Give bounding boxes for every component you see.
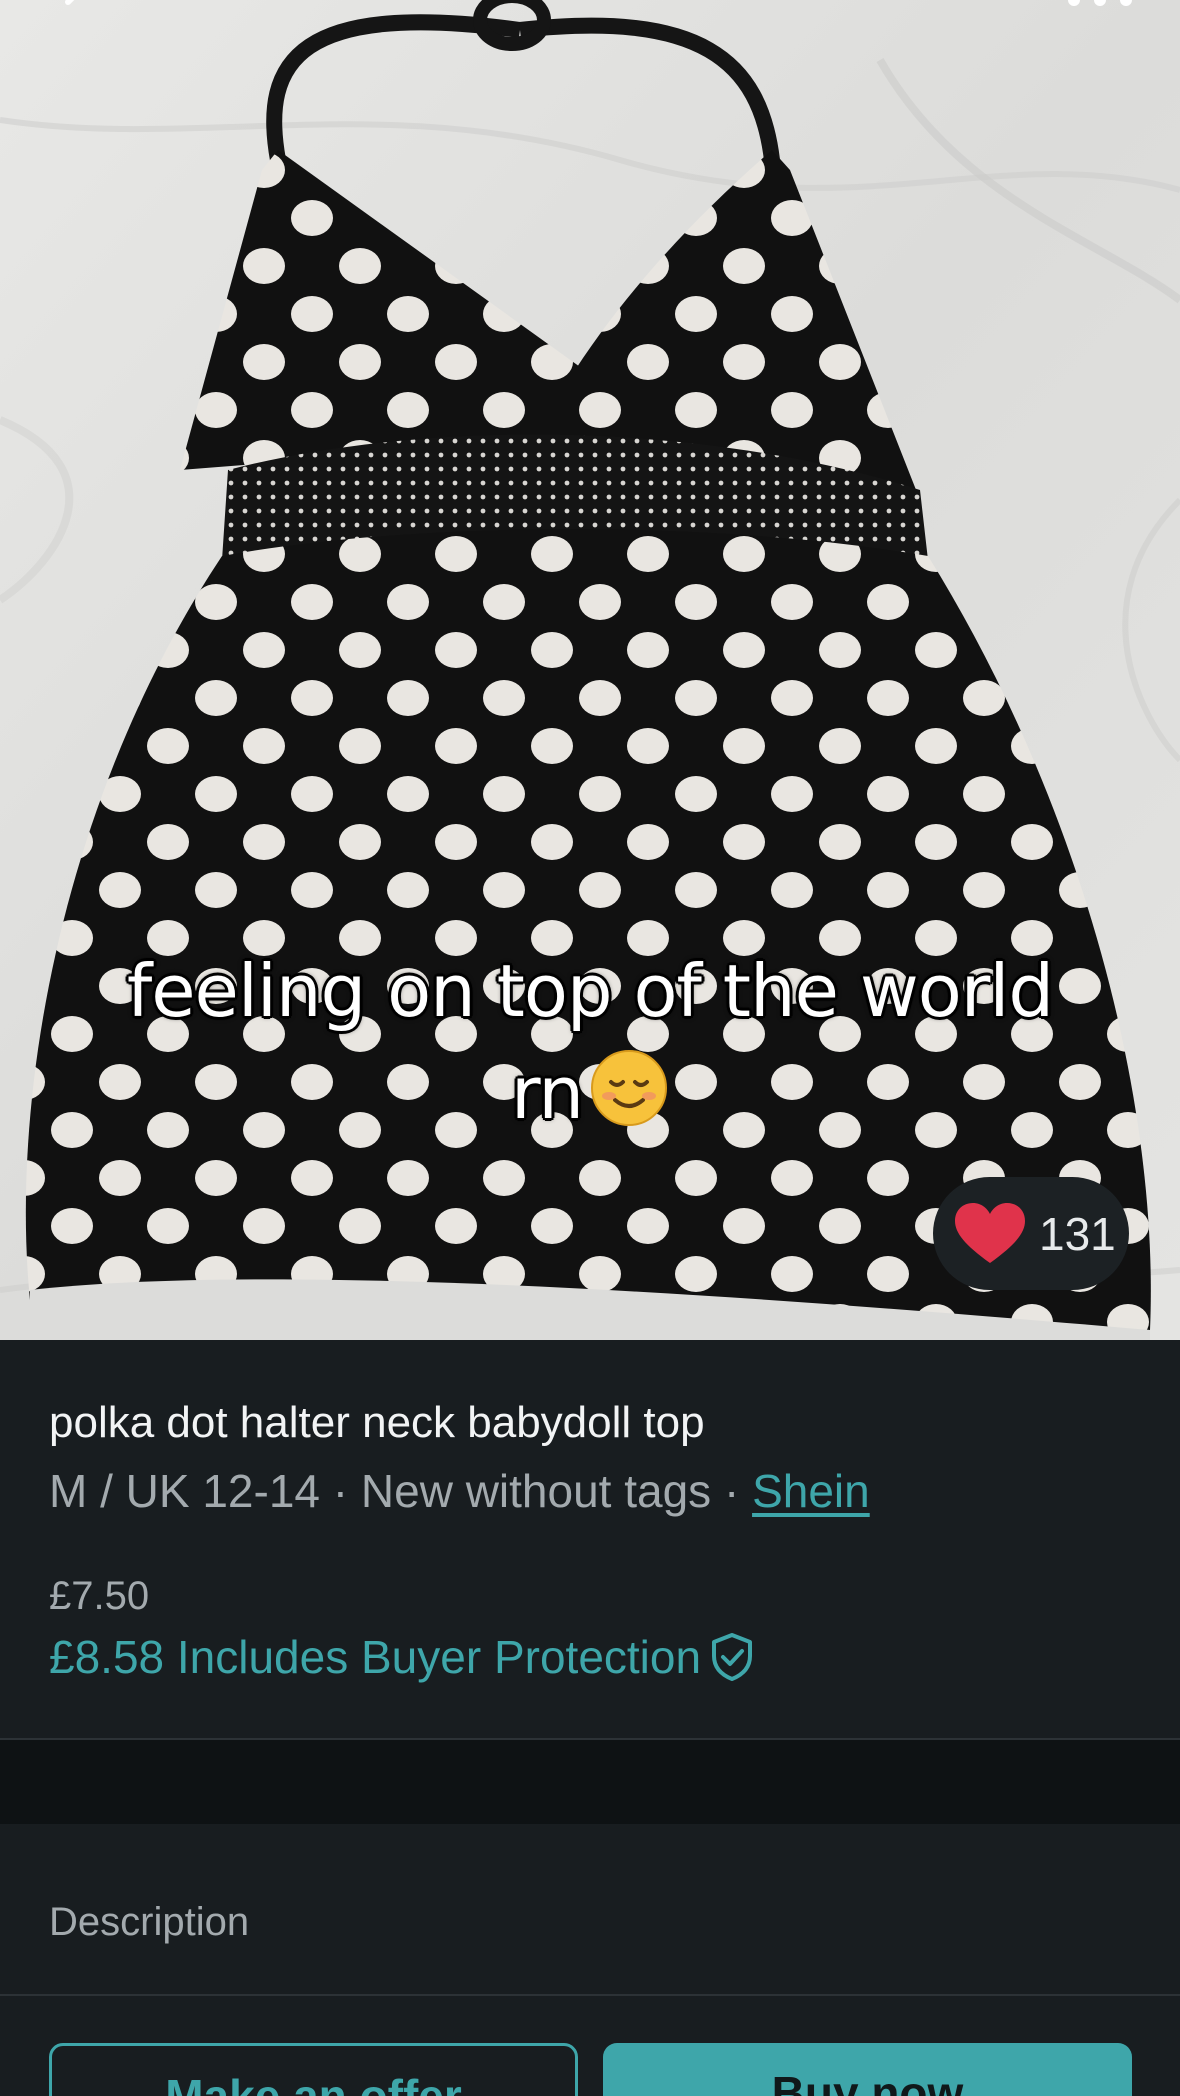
screen: feeling on top of the world rn 131 polka…	[0, 0, 1180, 2096]
photo-caption: feeling on top of the world rn	[0, 940, 1180, 1144]
item-title: polka dot halter neck babydoll top	[49, 1398, 705, 1447]
caption-line-1: feeling on top of the world	[126, 949, 1054, 1033]
item-meta: M / UK 12-14 · New without tags · Shein	[49, 1464, 870, 1518]
buy-now-button[interactable]: Buy now	[603, 2043, 1132, 2096]
total-price-label: £8.58 Includes Buyer Protection	[49, 1631, 702, 1683]
favourite-button[interactable]: 131	[933, 1177, 1129, 1290]
item-price: £7.50	[49, 1574, 150, 1618]
more-options-icon[interactable]	[1060, 0, 1140, 8]
heart-icon	[955, 1202, 1025, 1263]
meta-separator: ·	[711, 1465, 753, 1517]
item-size: M / UK 12-14	[49, 1465, 320, 1517]
description-label: Description	[49, 1900, 250, 1944]
back-arrow-icon[interactable]	[50, 0, 110, 20]
favourite-count: 131	[1039, 1207, 1116, 1260]
description-section: Description	[0, 1824, 1180, 1996]
item-condition: New without tags	[360, 1465, 712, 1517]
caption-line-2-text: rn	[511, 1051, 584, 1135]
product-photo-area[interactable]: feeling on top of the world rn 131	[0, 0, 1180, 1340]
meta-separator: ·	[320, 1465, 361, 1517]
make-offer-button[interactable]: Make an offer	[49, 2043, 578, 2096]
action-bar: Make an offer Buy now	[0, 1996, 1180, 2096]
brand-link[interactable]: Shein	[752, 1465, 870, 1517]
smiling-face-icon	[590, 1050, 667, 1126]
item-details: polka dot halter neck babydoll top M / U…	[0, 1340, 1180, 1740]
caption-line-2: rn	[0, 1042, 1180, 1144]
shield-check-icon	[712, 1633, 753, 1681]
section-divider	[0, 1740, 1180, 1824]
buyer-protection-price[interactable]: £8.58 Includes Buyer Protection	[49, 1630, 755, 1684]
